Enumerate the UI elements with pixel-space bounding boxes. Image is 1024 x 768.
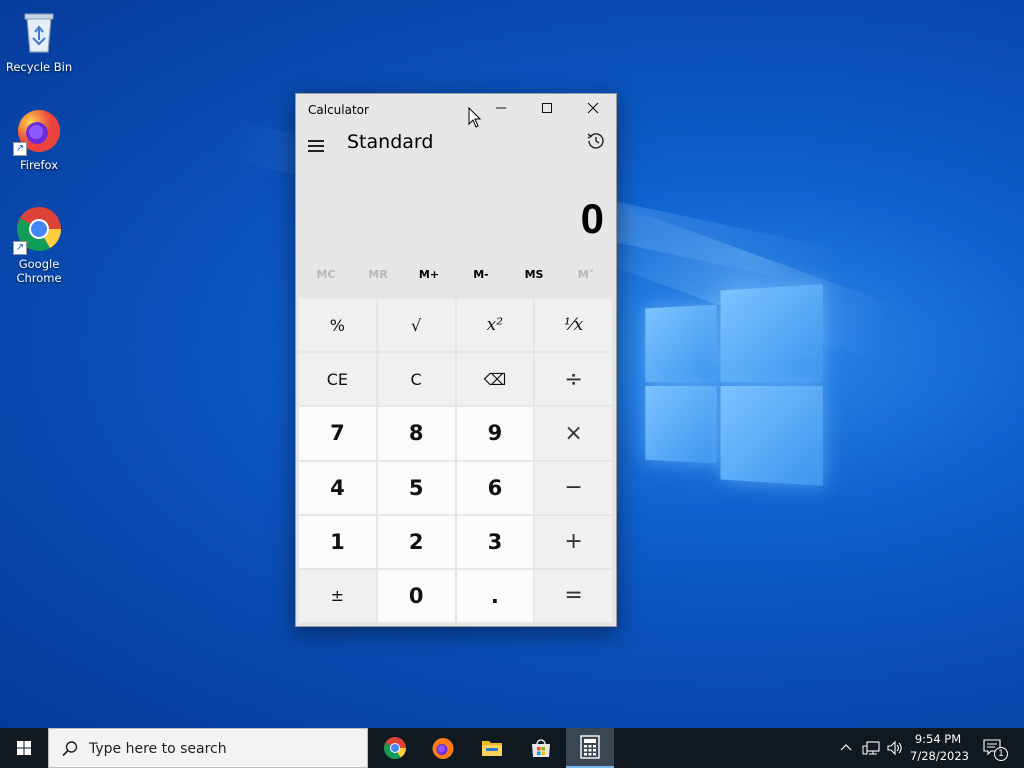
digit-9-key[interactable]: 9 xyxy=(456,407,534,460)
taskbar-chrome[interactable] xyxy=(371,728,419,768)
chrome-icon xyxy=(384,737,406,759)
digit-3-key[interactable]: 3 xyxy=(456,515,534,568)
keypad: % √ x² ¹⁄x CE C ⌫ ÷ 7 8 9 × 4 5 6− 1 2 3 + ±0. = xyxy=(299,299,612,622)
clock[interactable]: 9:54 PM 7/28/2023 xyxy=(910,731,969,765)
firefox-icon xyxy=(432,738,454,759)
memory-mr-button[interactable]: MR xyxy=(352,268,404,281)
divide-key[interactable]: ÷ xyxy=(535,353,612,406)
digit-1-key[interactable]: 1 xyxy=(299,515,376,568)
square-root-key[interactable]: √ xyxy=(377,299,455,352)
file-explorer-icon xyxy=(482,741,502,756)
search-icon xyxy=(62,741,78,757)
digit-4-key[interactable]: 4 xyxy=(299,461,376,514)
taskbar-microsoft-store[interactable] xyxy=(517,728,565,768)
subtract-key[interactable]: − xyxy=(535,461,612,514)
clock-date: 7/28/2023 xyxy=(910,749,969,763)
desktop-icon-chrome[interactable]: ↗ Google Chrome xyxy=(1,205,77,285)
windows-logo-wallpaper xyxy=(645,284,823,486)
minimize-button[interactable] xyxy=(478,94,524,127)
title-bar[interactable]: Calculator xyxy=(296,94,616,127)
chevron-up-icon xyxy=(840,744,852,751)
minimize-icon xyxy=(496,107,506,109)
network-icon xyxy=(862,741,880,755)
clock-time: 9:54 PM xyxy=(914,732,962,746)
digit-7-key[interactable]: 7 xyxy=(299,407,376,460)
decimal-key[interactable]: . xyxy=(456,569,534,622)
speaker-icon xyxy=(887,740,902,756)
memory-m-button[interactable]: M+ xyxy=(403,268,455,281)
percent-key[interactable]: % xyxy=(299,299,376,352)
show-hidden-icons-button[interactable] xyxy=(836,728,856,768)
digit-0-key[interactable]: 0 xyxy=(377,569,455,622)
maximize-button[interactable] xyxy=(524,94,570,127)
memory-m-button[interactable]: M˅ xyxy=(560,268,612,281)
reciprocal-key[interactable]: ¹⁄x xyxy=(535,299,612,352)
digit-2-key[interactable]: 2 xyxy=(377,515,455,568)
taskbar-search-box[interactable]: Type here to search xyxy=(48,728,368,768)
window-title: Calculator xyxy=(308,103,369,117)
calculator-icon xyxy=(580,735,600,759)
digit-5-key[interactable]: 5 xyxy=(377,461,455,514)
desktop-icon-recycle-bin[interactable]: Recycle Bin xyxy=(1,8,77,74)
square-key[interactable]: x² xyxy=(456,299,534,352)
memory-m-button[interactable]: M- xyxy=(455,268,507,281)
microsoft-store-icon xyxy=(532,739,550,757)
memory-mc-button[interactable]: MC xyxy=(300,268,352,281)
desktop-icon-label: Google Chrome xyxy=(16,257,62,285)
action-center-button[interactable]: 1 xyxy=(978,728,1008,768)
digit-6-key[interactable]: 6 xyxy=(456,461,534,514)
mode-bar: Standard xyxy=(296,127,616,167)
mouse-cursor-icon xyxy=(468,107,482,128)
backspace-key[interactable]: ⌫ xyxy=(456,353,534,406)
chrome-icon: ↗ xyxy=(13,205,63,255)
mode-title: Standard xyxy=(347,131,434,153)
calculator-window[interactable]: Calculator Standard 0 MC MR M+ M- MS M˅ % √ x² ¹… xyxy=(295,93,617,627)
memory-bar: MC MR M+ M- MS M˅ xyxy=(296,262,616,292)
taskbar: Type here to search 9:54 PM 7/28/2023 1 xyxy=(0,728,1024,768)
taskbar-firefox[interactable] xyxy=(419,728,467,768)
network-button[interactable] xyxy=(860,728,882,768)
navigation-menu-button[interactable] xyxy=(306,133,328,155)
memory-ms-button[interactable]: MS xyxy=(508,268,560,281)
desktop-icon-firefox[interactable]: ↗ Firefox xyxy=(1,106,77,172)
clear-entry-key[interactable]: CE xyxy=(299,353,376,406)
windows-start-icon xyxy=(17,741,31,755)
result-display: 0 xyxy=(296,167,616,262)
start-button[interactable] xyxy=(0,728,48,768)
shortcut-arrow-icon: ↗ xyxy=(13,142,27,156)
display-value: 0 xyxy=(580,195,604,242)
digit-8-key[interactable]: 8 xyxy=(377,407,455,460)
multiply-key[interactable]: × xyxy=(535,407,612,460)
close-icon xyxy=(587,102,599,114)
shortcut-arrow-icon: ↗ xyxy=(13,241,27,255)
add-key[interactable]: + xyxy=(535,515,612,568)
close-button[interactable] xyxy=(570,94,616,127)
notification-count-badge: 1 xyxy=(994,747,1008,761)
clear-key[interactable]: C xyxy=(377,353,455,406)
maximize-icon xyxy=(542,103,552,113)
search-placeholder: Type here to search xyxy=(89,741,227,757)
volume-button[interactable] xyxy=(884,728,906,768)
recycle-bin-icon xyxy=(15,8,63,56)
history-button[interactable] xyxy=(584,129,608,153)
desktop-icon-label: Firefox xyxy=(19,158,59,172)
equals-key[interactable]: = xyxy=(535,569,612,622)
taskbar-file-explorer[interactable] xyxy=(468,728,516,768)
firefox-icon: ↗ xyxy=(13,106,63,156)
negate-key[interactable]: ± xyxy=(299,569,376,622)
desktop-icon-label: Recycle Bin xyxy=(5,60,73,74)
history-icon xyxy=(587,133,604,149)
taskbar-calculator[interactable] xyxy=(566,728,614,768)
